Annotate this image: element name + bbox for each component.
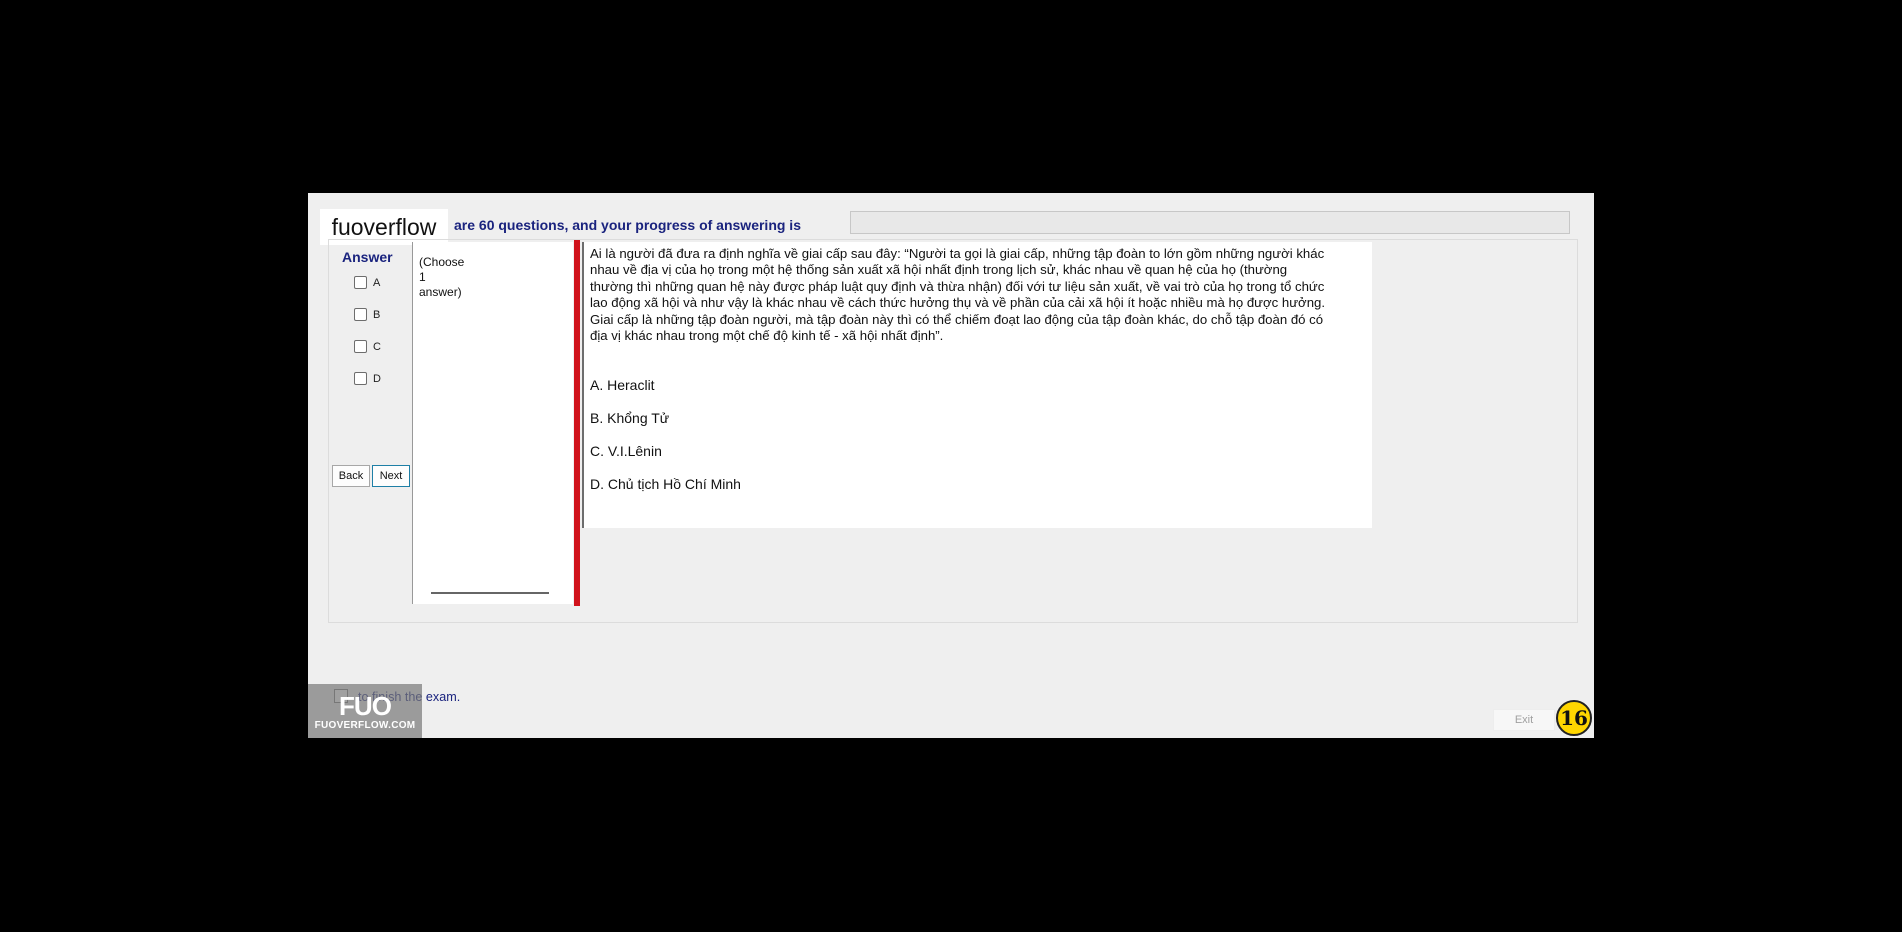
option-label: B [373,308,381,321]
option-label: C [373,340,381,353]
exam-window: fuoverflow are 60 questions, and your pr… [308,193,1594,738]
answer-d: D. Chủ tịch Hồ Chí Minh [590,476,741,492]
option-d-checkbox[interactable]: D [354,372,381,385]
question-text: Ai là người đã đưa ra định nghĩa về giai… [590,246,1326,344]
instruction-panel: (Choose 1 answer) [412,242,573,604]
answer-heading: Answer [342,249,393,265]
answer-b: B. Khổng Tử [590,410,670,426]
checkbox-icon[interactable] [354,372,367,385]
option-b-checkbox[interactable]: B [354,308,380,321]
instruction-text: (Choose 1 answer) [419,255,479,300]
checkbox-icon[interactable] [354,276,367,289]
option-label: D [373,372,381,385]
progress-bar [850,211,1570,234]
answer-a: A. Heraclit [590,377,655,393]
next-button[interactable]: Next [372,465,410,487]
option-c-checkbox[interactable]: C [354,340,381,353]
checkbox-icon[interactable] [354,308,367,321]
instruction-line: answer) [419,285,462,299]
option-label: A [373,276,381,289]
exit-button[interactable]: Exit [1493,709,1555,731]
answer-c: C. V.I.Lênin [590,443,662,459]
back-button[interactable]: Back [332,465,370,487]
instruction-line: (Choose [419,255,465,269]
instruction-line: 1 [419,270,426,284]
progress-text: are 60 questions, and your progress of a… [454,217,801,233]
fuoverflow-logo: FUO FUOVERFLOW.COM [308,684,422,738]
option-a-checkbox[interactable]: A [354,276,380,289]
checkbox-icon[interactable] [354,340,367,353]
question-box: Ai là người đã đưa ra định nghĩa về giai… [582,242,1372,528]
logo-text: FUO [339,690,392,721]
logo-subtext: FUOVERFLOW.COM [314,719,416,731]
splitter-bar[interactable] [574,240,580,606]
horizontal-scrollbar[interactable] [431,592,549,594]
page-number-badge: 16 [1556,700,1592,736]
